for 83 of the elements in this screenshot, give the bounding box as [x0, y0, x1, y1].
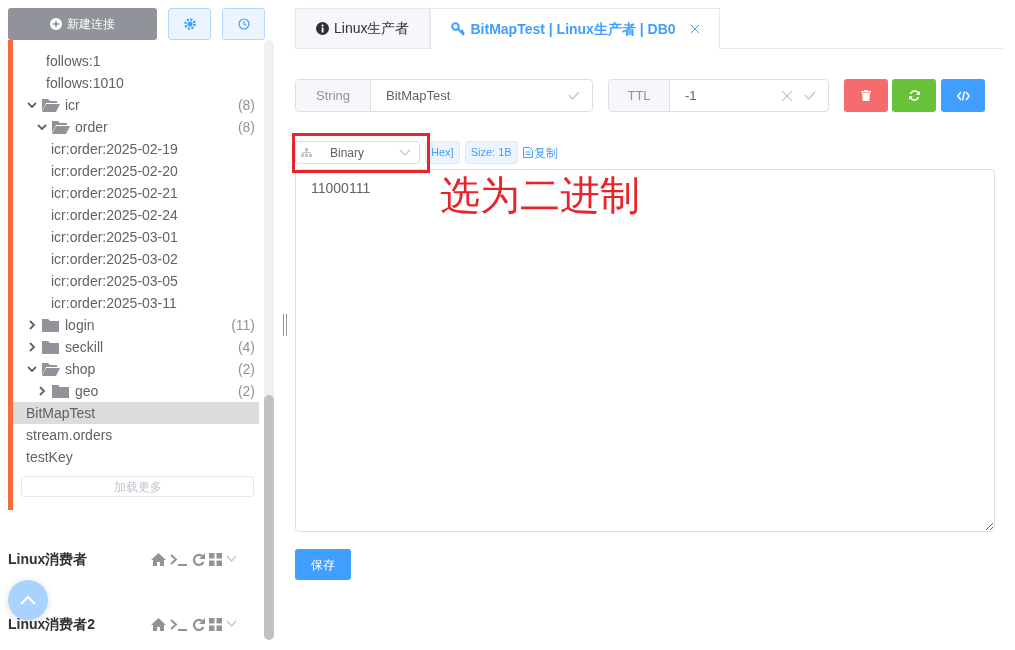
key-item[interactable]: icr:order:2025-03-01 — [13, 226, 259, 248]
key-item[interactable]: icr:order:2025-02-20 — [13, 160, 259, 182]
key-count: (11) — [231, 315, 255, 335]
key-item[interactable]: BitMapTest — [13, 402, 259, 424]
chevron-down-icon — [399, 149, 411, 156]
refresh-icon — [908, 90, 920, 101]
key-item[interactable]: icr:order:2025-03-11 — [13, 292, 259, 314]
chevron-right-icon[interactable] — [37, 386, 47, 396]
folder-icon — [52, 384, 70, 398]
folder-icon — [42, 318, 60, 332]
folder-name: login — [65, 315, 95, 335]
check-icon[interactable] — [804, 91, 816, 100]
folder-row[interactable]: shop (2) — [13, 358, 259, 380]
plus-circle-icon — [50, 18, 62, 30]
key-count: (4) — [237, 337, 255, 357]
resize-handle-icon[interactable] — [282, 314, 288, 336]
info-icon — [316, 22, 329, 35]
folder-row[interactable]: geo (2) — [13, 380, 259, 402]
key-item[interactable]: follows:1010 — [13, 72, 259, 94]
key-item[interactable]: icr:order:2025-02-21 — [13, 182, 259, 204]
key-name-field[interactable]: String BitMapTest — [295, 79, 593, 112]
connection-name[interactable]: Linux消费者 — [8, 548, 88, 570]
folder-row[interactable]: login (11) — [13, 314, 259, 336]
connection-name[interactable]: Linux消费者2 — [8, 613, 96, 635]
settings-button[interactable] — [168, 8, 211, 40]
refresh-icon[interactable] — [192, 617, 205, 631]
home-icon[interactable] — [151, 552, 166, 566]
folder-name: icr — [65, 95, 80, 115]
check-icon[interactable] — [568, 91, 580, 100]
key-item[interactable]: icr:order:2025-03-05 — [13, 270, 259, 292]
refresh-button[interactable] — [892, 79, 936, 112]
folder-row[interactable]: order (8) — [13, 116, 259, 138]
chevron-down-icon[interactable] — [27, 364, 37, 374]
document-icon — [522, 147, 533, 158]
folder-row[interactable]: seckill (4) — [13, 336, 259, 358]
key-item[interactable]: follows:1 — [13, 50, 259, 72]
hierarchy-icon — [301, 148, 312, 157]
ttl-field[interactable]: TTL -1 — [608, 79, 829, 112]
chevron-down-icon[interactable] — [37, 122, 47, 132]
chevron-down-icon[interactable] — [27, 100, 37, 110]
key-item[interactable]: stream.orders — [13, 424, 259, 446]
folder-row[interactable]: icr (8) — [13, 94, 259, 116]
key-count: (8) — [237, 117, 255, 137]
home-icon[interactable] — [151, 617, 166, 631]
key-item[interactable]: icr:order:2025-03-02 — [13, 248, 259, 270]
clock-icon — [237, 18, 250, 30]
tab[interactable]: Linux生产者 — [295, 8, 431, 48]
open-folder-icon — [42, 98, 60, 112]
delete-button[interactable] — [844, 79, 888, 112]
folder-name: shop — [65, 359, 96, 379]
key-count: (8) — [237, 95, 255, 115]
info-tag: Size: 1B — [464, 141, 518, 164]
trash-icon — [861, 90, 871, 101]
scrollbar-thumb[interactable] — [264, 395, 274, 640]
clear-icon[interactable] — [782, 90, 792, 101]
history-button[interactable] — [222, 8, 265, 40]
code-icon — [956, 90, 970, 101]
key-item[interactable]: icr:order:2025-02-24 — [13, 204, 259, 226]
scrollbar[interactable] — [264, 40, 274, 640]
chevron-up-icon — [20, 595, 36, 605]
chevron-right-icon[interactable] — [27, 342, 37, 352]
key-count: (2) — [237, 381, 255, 401]
terminal-icon[interactable] — [170, 552, 188, 566]
folder-name: order — [75, 117, 108, 137]
annotation-text: 选为二进制 — [440, 172, 640, 219]
open-folder-icon — [42, 362, 60, 376]
folder-name: geo — [75, 381, 99, 401]
key-item[interactable]: testKey — [13, 446, 259, 468]
folder-name: seckill — [65, 337, 104, 357]
grid-icon[interactable] — [209, 617, 222, 631]
format-select[interactable]: Binary — [295, 141, 420, 164]
gear-icon — [183, 18, 196, 30]
key-count: (2) — [237, 359, 255, 379]
key-icon — [451, 22, 466, 36]
folder-icon — [42, 340, 60, 354]
chevron-right-icon[interactable] — [27, 320, 37, 330]
close-icon[interactable] — [690, 25, 699, 33]
open-folder-icon — [52, 120, 70, 134]
terminal-icon[interactable] — [170, 617, 188, 631]
refresh-icon[interactable] — [192, 552, 205, 566]
code-button[interactable] — [941, 79, 985, 112]
key-item[interactable]: icr:order:2025-02-19 — [13, 138, 259, 160]
grid-icon[interactable] — [209, 552, 222, 566]
